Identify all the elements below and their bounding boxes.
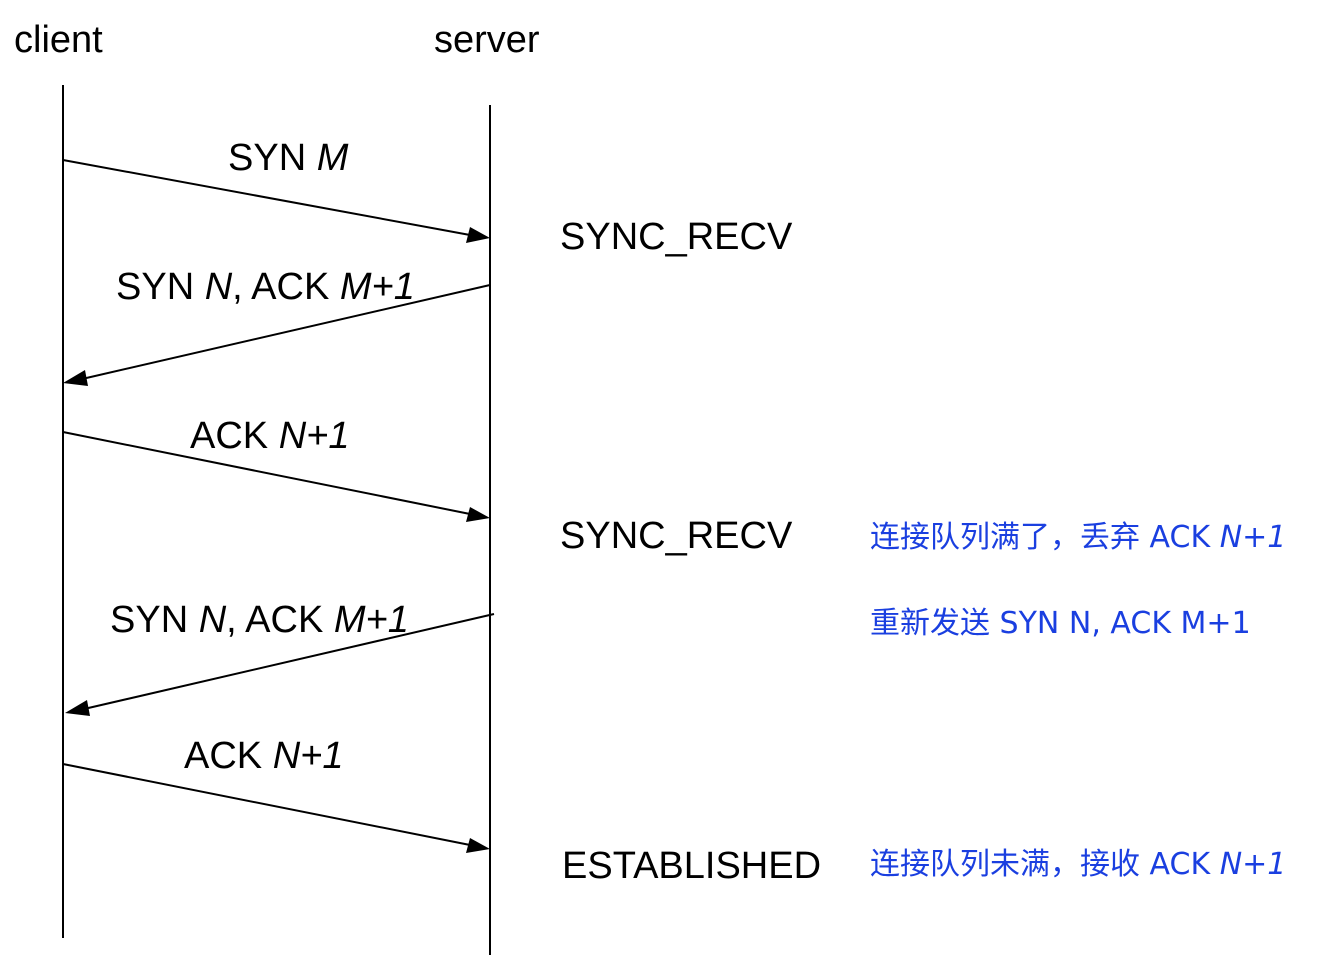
arrowhead-left [65,700,90,716]
server-state-sync-recv-1: SYNC_RECV [560,216,793,258]
arrowhead-right [466,227,490,243]
client-actor-label: client [14,19,103,61]
message-label: ACK N+1 [184,735,343,777]
arrowhead-right [466,507,490,522]
note-resend: 重新发送 SYN N, ACK M+1 [870,606,1251,641]
arrowhead-left [63,370,88,386]
message-ack-n1-final: ACK N+1 [62,735,490,853]
tcp-handshake-diagram: client server SYN M SYN N, ACK M+1 ACK N… [14,19,1286,955]
message-ack-n1: ACK N+1 [62,415,490,522]
server-state-sync-recv-2: SYNC_RECV [560,515,793,557]
message-label: SYN N, ACK M+1 [116,266,415,308]
message-syn-m: SYN M [62,137,490,243]
arrowhead-right [466,838,490,853]
note-queue-not-full: 连接队列未满，接收 ACK N+1 [870,847,1286,882]
message-label: ACK N+1 [190,415,349,457]
message-syn-n-ack-m1: SYN N, ACK M+1 [63,266,491,386]
message-syn-n-ack-m1-resend: SYN N, ACK M+1 [65,599,495,716]
message-label: SYN M [228,137,349,179]
server-actor-label: server [434,19,540,61]
message-label: SYN N, ACK M+1 [110,599,409,641]
note-queue-full: 连接队列满了，丢弃 ACK N+1 [870,520,1286,555]
server-state-established: ESTABLISHED [562,845,821,887]
